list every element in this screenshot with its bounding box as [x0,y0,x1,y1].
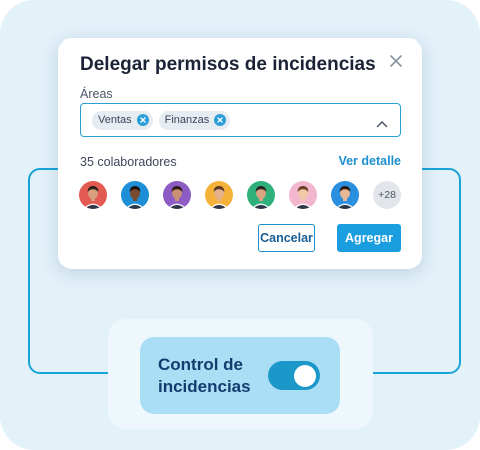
chip-label: Finanzas [164,114,210,126]
incident-control-switch[interactable] [268,361,320,390]
feature-toggle-card: Control de incidencias [140,337,340,414]
avatar-5 [247,181,275,209]
cancel-button[interactable]: Cancelar [258,224,315,252]
areas-label: Áreas [80,87,113,101]
area-chip: Finanzas [158,110,231,130]
more-avatars-badge[interactable]: +28 [373,181,401,209]
collaborators-count: 35 colaboradores [80,155,177,169]
avatar-2 [121,181,149,209]
avatar-6 [289,181,317,209]
remove-chip-icon[interactable] [136,114,149,126]
add-button[interactable]: Agregar [337,224,401,252]
switch-knob [294,364,316,387]
chevron-up-icon[interactable] [376,115,388,128]
avatar-group: +28 [79,181,409,209]
avatar-3 [163,181,191,209]
areas-select[interactable]: Ventas Finanzas [80,103,401,137]
avatar-1 [79,181,107,209]
remove-chip-icon[interactable] [214,114,227,126]
chip-label: Ventas [98,114,132,126]
avatar-7 [331,181,359,209]
feature-toggle-label: Control de incidencias [158,354,251,396]
see-detail-link[interactable]: Ver detalle [338,154,401,168]
delegate-permissions-dialog: Delegar permisos de incidencias Áreas Ve… [58,38,422,269]
dialog-title: Delegar permisos de incidencias [80,54,376,75]
close-icon[interactable] [388,53,404,69]
avatar-4 [205,181,233,209]
area-chip: Ventas [92,110,153,130]
